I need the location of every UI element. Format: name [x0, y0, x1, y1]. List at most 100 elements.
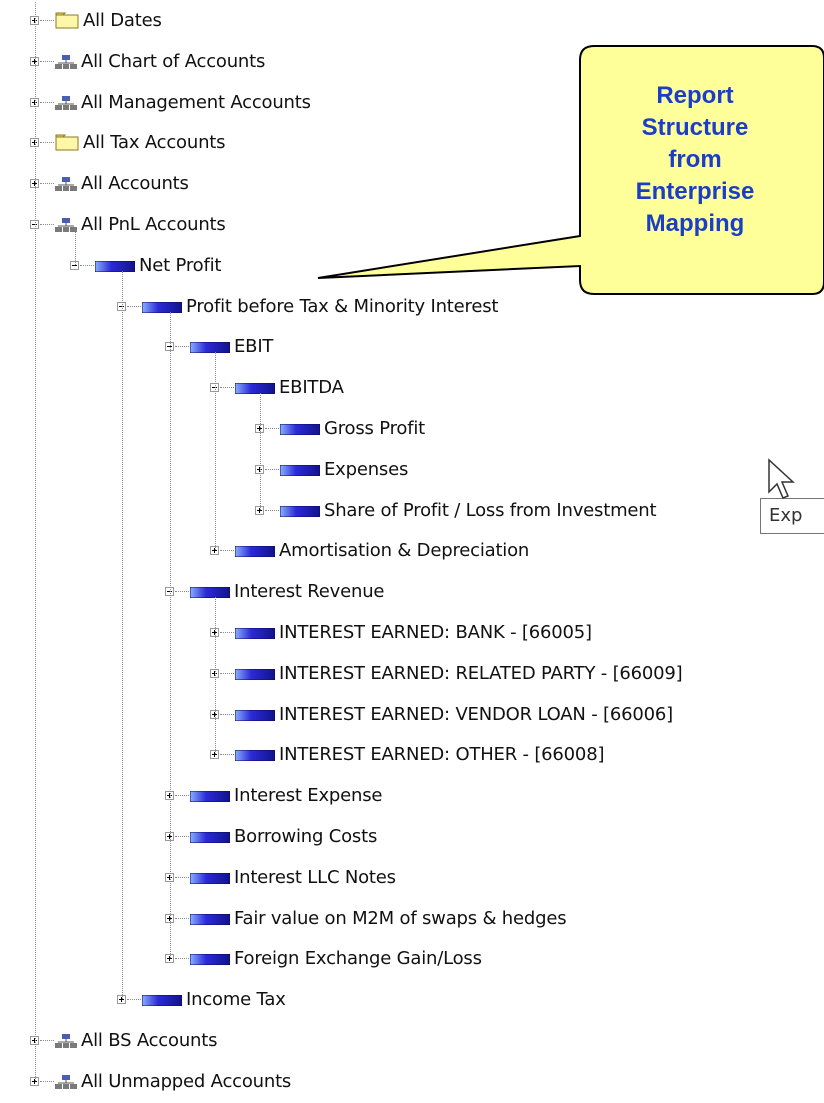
member-icon	[235, 709, 275, 721]
hierarchy-icon	[55, 1034, 77, 1048]
tree-node-label[interactable]: INTEREST EARNED: RELATED PARTY - [66009]	[279, 663, 683, 685]
member-icon	[190, 587, 230, 599]
member-icon	[190, 832, 230, 843]
tree-node-label[interactable]: Net Profit	[139, 255, 221, 277]
tree-node-label[interactable]: INTEREST EARNED: BANK - [66005]	[279, 622, 592, 644]
mouse-cursor-icon	[768, 458, 795, 499]
connector-line	[127, 999, 141, 1001]
callout-line: Mapping	[645, 210, 745, 237]
connector-line	[40, 224, 54, 225]
tree-node-label[interactable]: Interest LLC Notes	[234, 867, 396, 889]
connector-line	[265, 468, 279, 470]
member-icon	[95, 260, 135, 272]
connector-line	[40, 60, 54, 62]
connector-line	[215, 352, 216, 551]
folder-icon	[55, 134, 79, 151]
connector-line	[122, 270, 123, 1000]
tree-node-label[interactable]: All Management Accounts	[81, 92, 311, 114]
tree-node-label[interactable]: Fair value on M2M of swaps & hedges	[234, 908, 567, 930]
connector-line	[265, 428, 279, 429]
tooltip: Exp	[760, 498, 824, 534]
tree-node-label[interactable]: Interest Expense	[234, 785, 382, 807]
tree-node-label[interactable]: All Unmapped Accounts	[81, 1071, 291, 1093]
tree-node-label[interactable]: Income Tax	[186, 989, 286, 1011]
member-icon	[235, 668, 275, 680]
tree-node[interactable]: Foreign Exchange Gain/Loss	[0, 940, 824, 980]
connector-line	[220, 754, 234, 756]
hierarchy-icon	[55, 177, 77, 192]
tree-node[interactable]: EBITDA	[0, 369, 824, 409]
hierarchy-icon	[55, 1074, 77, 1089]
tree-node-label[interactable]: Amortisation & Depreciation	[279, 540, 529, 562]
connector-line	[220, 713, 234, 715]
tree-node[interactable]: Income Tax	[0, 981, 824, 1021]
tree-node-label[interactable]: Foreign Exchange Gain/Loss	[234, 948, 482, 970]
tree-node[interactable]: INTEREST EARNED: BANK - [66005]	[0, 614, 824, 654]
hierarchy-icon	[55, 218, 77, 232]
connector-line	[40, 183, 54, 185]
tree-node-label[interactable]: INTEREST EARNED: VENDOR LOAN - [66006]	[279, 704, 673, 726]
tree-node[interactable]: Borrowing Costs	[0, 818, 824, 858]
tree-node-label[interactable]: All Chart of Accounts	[81, 51, 265, 73]
tree-node[interactable]: Expenses	[0, 451, 824, 491]
connector-line	[215, 597, 216, 755]
connector-line	[40, 20, 54, 21]
tree-node[interactable]: Gross Profit	[0, 410, 824, 450]
tree-node-label[interactable]: INTEREST EARNED: OTHER - [66008]	[279, 744, 604, 766]
tree-node[interactable]: All Chart of Accounts	[0, 43, 824, 83]
tree-node[interactable]: All Dates	[0, 2, 824, 42]
member-icon	[190, 872, 230, 884]
connector-line	[170, 311, 171, 959]
callout-text: Report Structure from Enterprise Mapping	[570, 80, 820, 240]
callout-line: Structure	[641, 114, 749, 141]
tree-node[interactable]: All BS Accounts	[0, 1022, 824, 1062]
tooltip-text: Exp	[769, 505, 803, 526]
member-icon	[190, 342, 230, 354]
connector-line	[220, 632, 234, 633]
tree-node[interactable]: Interest Expense	[0, 777, 824, 817]
tree-node-label[interactable]: All Dates	[83, 10, 162, 32]
connector-line	[127, 305, 141, 307]
connector-line	[175, 795, 189, 797]
tree-node[interactable]: INTEREST EARNED: OTHER - [66008]	[0, 736, 824, 776]
connector-line	[175, 346, 189, 348]
callout-line: Report	[656, 82, 734, 109]
member-icon	[280, 464, 320, 476]
tree-node[interactable]: Interest LLC Notes	[0, 859, 824, 899]
tree-node-label[interactable]: EBIT	[234, 336, 273, 358]
tree-node-label[interactable]: All Tax Accounts	[83, 132, 226, 154]
tree-node-label[interactable]: All Accounts	[81, 173, 189, 195]
tree-node-label[interactable]: All BS Accounts	[81, 1030, 217, 1052]
tree-node[interactable]: INTEREST EARNED: VENDOR LOAN - [66006]	[0, 696, 824, 736]
member-icon	[235, 383, 275, 395]
connector-line	[40, 101, 54, 103]
connector-line	[35, 2, 36, 1081]
tree-node-label[interactable]: Borrowing Costs	[234, 826, 377, 848]
tree-node[interactable]: INTEREST EARNED: RELATED PARTY - [66009]	[0, 655, 824, 695]
member-icon	[280, 424, 320, 435]
connector-line	[175, 958, 189, 960]
member-icon	[142, 301, 182, 313]
tree-node[interactable]: Net Profit	[0, 247, 824, 287]
tree-node-label[interactable]: Interest Revenue	[234, 581, 384, 603]
tree-node[interactable]: Fair value on M2M of swaps & hedges	[0, 900, 824, 940]
member-icon	[235, 750, 275, 762]
tree-node-label[interactable]: Expenses	[324, 459, 408, 481]
tree-node[interactable]: All Unmapped Accounts	[0, 1063, 824, 1103]
connector-line	[175, 591, 189, 593]
tree-node-label[interactable]: Share of Profit / Loss from Investment	[324, 500, 657, 522]
tree-node[interactable]: Interest Revenue	[0, 573, 824, 613]
tree-node[interactable]: Profit before Tax & Minority Interest	[0, 288, 824, 328]
connector-line	[175, 917, 189, 919]
tree-node-label[interactable]: EBITDA	[279, 377, 344, 399]
tree-node-label[interactable]: Gross Profit	[324, 418, 425, 440]
tree-node-label[interactable]: All PnL Accounts	[81, 214, 226, 236]
connector-line	[175, 876, 189, 878]
member-icon	[190, 791, 230, 803]
tree-node[interactable]: Share of Profit / Loss from Investment	[0, 492, 824, 532]
tree-node-label[interactable]: Profit before Tax & Minority Interest	[186, 296, 498, 318]
connector-line	[220, 550, 234, 552]
tree-node[interactable]: EBIT	[0, 328, 824, 368]
connector-line	[80, 264, 94, 266]
tree-node[interactable]: Amortisation & Depreciation	[0, 532, 824, 572]
